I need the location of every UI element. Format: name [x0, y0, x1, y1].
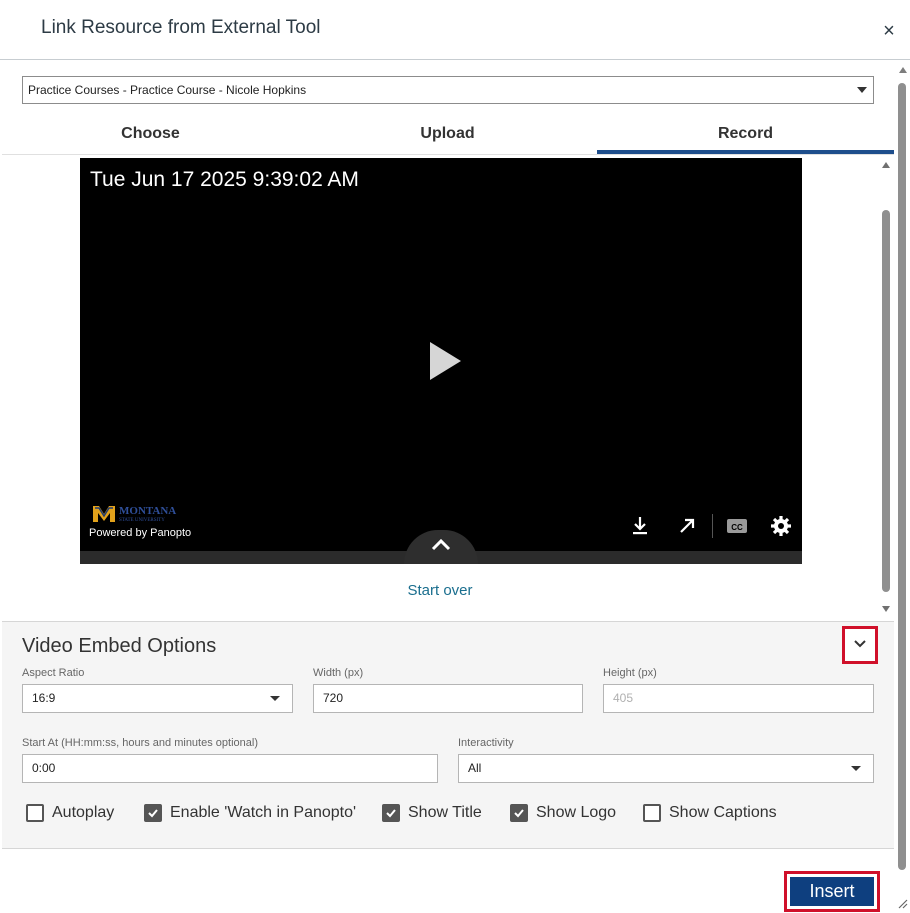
tab-divider [2, 154, 894, 155]
show-title-label: Show Title [408, 804, 482, 821]
show-logo-label: Show Logo [536, 804, 617, 821]
start-at-input[interactable]: 0:00 [22, 754, 438, 783]
chevron-up-icon [431, 538, 451, 551]
interactivity-value: All [468, 761, 482, 775]
folder-select-value: Practice Courses - Practice Course - Nic… [28, 83, 307, 97]
dialog-scrollbar[interactable] [896, 61, 910, 911]
interactivity-label: Interactivity [458, 737, 514, 749]
start-over-link[interactable]: Start over [390, 582, 490, 599]
aspect-ratio-value: 16:9 [32, 691, 56, 705]
tab-bar: Choose Upload Record [2, 116, 894, 154]
video-timestamp: Tue Jun 17 2025 9:39:02 AM [90, 168, 359, 191]
tab-choose[interactable]: Choose [2, 116, 299, 154]
download-icon[interactable] [627, 513, 653, 539]
width-input[interactable]: 720 [313, 684, 583, 713]
watch-in-panopto-label: Enable 'Watch in Panopto' [170, 804, 357, 821]
start-at-label: Start At (HH:mm:ss, hours and minutes op… [22, 737, 258, 749]
checkbox-unchecked-icon[interactable] [26, 804, 44, 822]
embed-options-title: Video Embed Options [22, 635, 217, 657]
chevron-down-icon [854, 640, 866, 648]
scroll-down-arrow-icon[interactable] [882, 606, 890, 612]
scrollbar-thumb[interactable] [898, 83, 906, 870]
tab-upload[interactable]: Upload [299, 116, 596, 154]
logo-text: MONTANA [119, 505, 176, 517]
insert-button[interactable]: Insert [784, 871, 880, 912]
collapse-toggle-button[interactable] [842, 626, 878, 664]
svg-text:CC: CC [731, 523, 743, 532]
expand-controls-button[interactable] [404, 530, 478, 564]
control-divider [712, 514, 713, 538]
dialog-header: Link Resource from External Tool × [0, 0, 910, 60]
folder-select[interactable]: Practice Courses - Practice Course - Nic… [22, 76, 874, 104]
scrollbar-thumb[interactable] [882, 210, 890, 592]
scroll-up-arrow-icon[interactable] [899, 67, 907, 73]
aspect-ratio-select[interactable]: 16:9 [22, 684, 293, 713]
dropdown-caret-icon [851, 766, 861, 771]
checkbox-checked-icon[interactable] [382, 804, 400, 822]
dropdown-caret-icon [270, 696, 280, 701]
tab-record[interactable]: Record [597, 116, 894, 154]
insert-button-label: Insert [790, 877, 874, 906]
aspect-ratio-label: Aspect Ratio [22, 667, 85, 679]
scroll-up-arrow-icon[interactable] [882, 162, 890, 168]
montana-state-logo: MONTANA STATE UNIVERSITY [93, 505, 176, 523]
checkbox-checked-icon[interactable] [144, 804, 162, 822]
content-scrollbar[interactable] [880, 158, 893, 618]
height-input: 405 [603, 684, 874, 713]
settings-gear-icon[interactable] [768, 513, 794, 539]
interactivity-select[interactable]: All [458, 754, 874, 783]
height-label: Height (px) [603, 667, 657, 679]
checkbox-unchecked-icon[interactable] [643, 804, 661, 822]
logo-subtext: STATE UNIVERSITY [119, 518, 165, 523]
dropdown-caret-icon [857, 87, 867, 93]
checkbox-checked-icon[interactable] [510, 804, 528, 822]
open-external-icon[interactable] [674, 513, 700, 539]
powered-by-text: Powered by Panopto [89, 527, 192, 539]
closed-captions-icon[interactable]: CC [724, 513, 750, 539]
embed-options-panel: Video Embed Options Aspect Ratio 16:9 Wi… [2, 621, 894, 849]
autoplay-label: Autoplay [52, 804, 115, 821]
resize-grip-icon[interactable] [896, 897, 908, 909]
play-icon[interactable] [430, 342, 461, 380]
show-captions-label: Show Captions [669, 804, 777, 821]
video-player[interactable]: Tue Jun 17 2025 9:39:02 AM MONTANA STATE… [80, 158, 802, 564]
dialog-title: Link Resource from External Tool [41, 17, 321, 38]
width-label: Width (px) [313, 667, 364, 679]
close-button[interactable]: × [880, 20, 898, 42]
